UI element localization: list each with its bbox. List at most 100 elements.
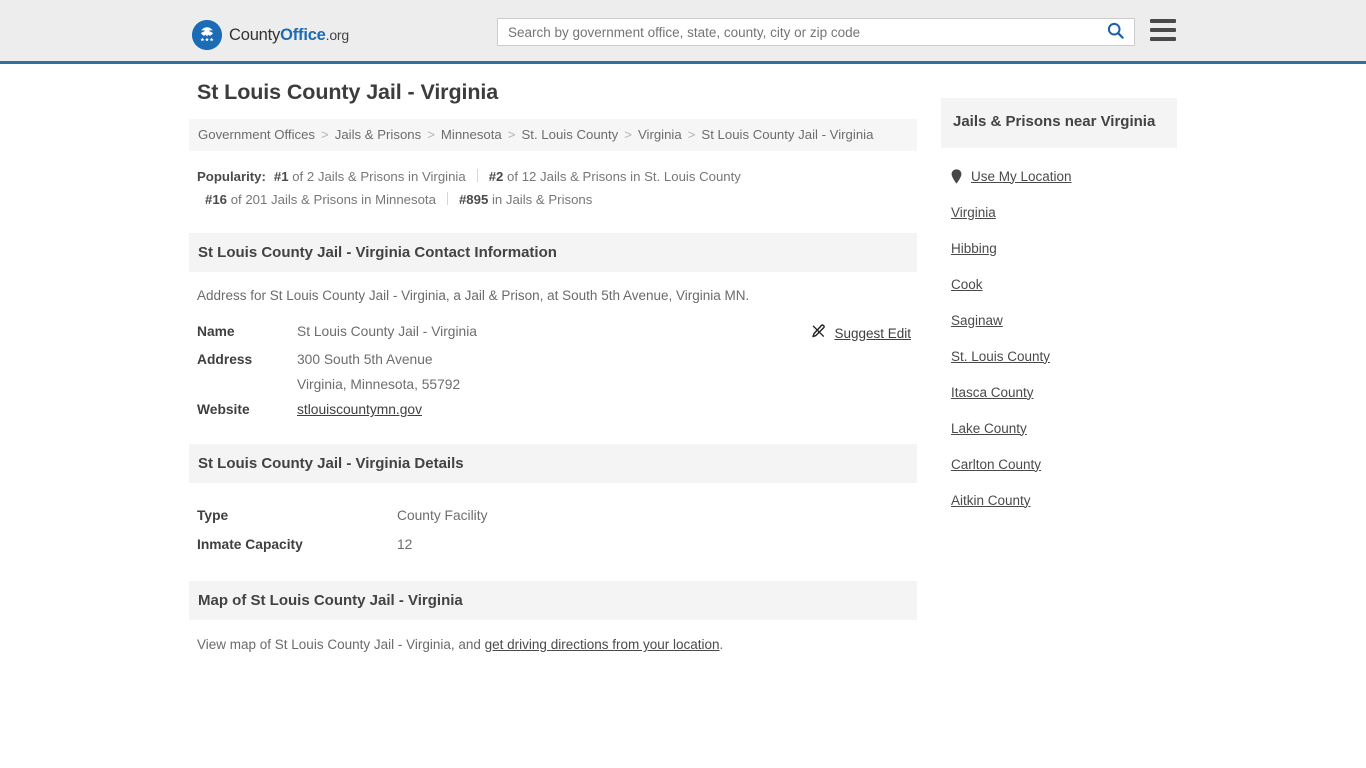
sidebar-item-label: Saginaw [951,312,1003,328]
breadcrumb: Government Offices > Jails & Prisons > M… [189,119,917,151]
popularity-rank: #2 [488,169,504,184]
logo-text-county: County [229,25,281,44]
search-bar[interactable] [497,18,1135,46]
logo-text-office: Office [280,25,326,44]
sidebar-item-hibbing[interactable]: Hibbing [951,230,1177,266]
breadcrumb-item-jails-prisons[interactable]: Jails & Prisons [335,127,421,143]
popularity-separator [476,169,478,182]
map-text-after: . [719,637,724,652]
breadcrumb-item-minnesota[interactable]: Minnesota [441,127,502,143]
map-pin-icon [951,168,962,184]
page-body: St Louis County Jail - Virginia Governme… [0,64,1366,652]
logo-text-org: .org [325,26,350,43]
details-key-inmate-capacity: Inmate Capacity [197,537,303,552]
hamburger-menu-icon[interactable] [1150,19,1176,41]
suggest-edit-button[interactable]: Suggest Edit [811,324,911,342]
contact-value-name: St Louis County Jail - Virginia [297,324,477,339]
details-table: Type County Facility Inmate Capacity 12 [189,501,917,559]
sidebar-item-label: Itasca County [951,384,1034,400]
popularity-item-2: #2 of 12 Jails & Prisons in St. Louis Co… [489,169,741,184]
sidebar-item-itasca-county[interactable]: Itasca County [951,374,1177,410]
breadcrumb-separator-icon: > [507,127,516,142]
details-section-heading: St Louis County Jail - Virginia Details [189,444,917,483]
breadcrumb-item-current: St Louis County Jail - Virginia [701,127,874,142]
breadcrumb-item-st-louis-county[interactable]: St. Louis County [521,127,618,143]
sidebar-item-cook[interactable]: Cook [951,266,1177,302]
sidebar-item-lake-county[interactable]: Lake County [951,410,1177,446]
site-logo[interactable]: CountyOffice.org [192,20,349,50]
driving-directions-link[interactable]: get driving directions from your locatio… [485,637,720,652]
popularity-separator [446,192,448,205]
hamburger-bar [1150,28,1176,32]
table-row: Virginia, Minnesota, 55792 [189,372,917,397]
sidebar-item-label: Lake County [951,420,1027,436]
map-text-before: View map of St Louis County Jail - Virgi… [197,637,485,652]
sidebar: Jails & Prisons near Virginia Use My Loc… [941,80,1177,518]
eagle-seal-icon [192,20,222,50]
popularity-text: of 12 Jails & Prisons in St. Louis Count… [507,169,741,184]
breadcrumb-separator-icon: > [427,127,435,142]
sidebar-link-list: Use My Location Virginia Hibbing Cook Sa… [941,148,1177,518]
popularity-text: in Jails & Prisons [491,192,593,207]
search-icon [1107,22,1124,42]
breadcrumb-separator-icon: > [687,127,696,142]
breadcrumb-item-government-offices[interactable]: Government Offices [198,127,315,143]
popularity-text: of 2 Jails & Prisons in Virginia [292,169,466,184]
popularity-item-4: #895 in Jails & Prisons [459,192,592,207]
table-row: Address 300 South 5th Avenue [189,347,917,372]
contact-section-intro: Address for St Louis County Jail - Virgi… [197,288,750,303]
website-link[interactable]: stlouiscountymn.gov [297,402,422,417]
empty-cell [688,372,917,397]
contact-key-name: Name [197,324,235,339]
popularity-rank: #895 [458,192,489,207]
sidebar-item-use-my-location[interactable]: Use My Location [951,158,1177,194]
popularity-rank: #16 [205,192,228,207]
sidebar-item-label: Use My Location [971,168,1072,184]
sidebar-item-saginaw[interactable]: Saginaw [951,302,1177,338]
pencil-edit-icon [811,324,826,342]
popularity-label: Popularity: [197,169,266,184]
sidebar-item-label: Aitkin County [951,492,1031,508]
sidebar-item-label: Virginia [951,204,996,220]
suggest-edit-label: Suggest Edit [834,325,911,341]
search-button[interactable] [1103,22,1134,42]
sidebar-item-label: Cook [951,276,983,292]
sidebar-item-carlton-county[interactable]: Carlton County [951,446,1177,482]
contact-value-address-line2: Virginia, Minnesota, 55792 [297,377,461,392]
popularity-rank: #1 [273,169,289,184]
breadcrumb-separator-icon: > [321,127,329,142]
sidebar-item-virginia[interactable]: Virginia [951,194,1177,230]
details-key-type: Type [197,508,229,523]
empty-cell [688,397,917,422]
contact-key-website: Website [197,402,250,417]
popularity-block: Popularity: #1 of 2 Jails & Prisons in Vi… [197,165,917,211]
contact-value-website: stlouiscountymn.gov [297,397,688,422]
breadcrumb-item-virginia[interactable]: Virginia [638,127,682,143]
site-logo-text: CountyOffice.org [229,26,349,45]
contact-key-blank [189,372,297,397]
map-section-heading: Map of St Louis County Jail - Virginia [189,581,917,620]
breadcrumb-separator-icon: > [624,127,632,142]
sidebar-item-label: Hibbing [951,240,997,256]
sidebar-item-aitkin-county[interactable]: Aitkin County [951,482,1177,518]
site-header: CountyOffice.org [0,0,1366,64]
suggest-edit-cell: Suggest Edit [688,319,917,347]
main-content: St Louis County Jail - Virginia Governme… [189,80,917,652]
popularity-item-1: #1 of 2 Jails & Prisons in Virginia [274,169,466,184]
hamburger-bar [1150,37,1176,41]
contact-key-address: Address [197,352,253,367]
details-value-inmate-capacity: 12 [397,537,413,552]
table-row: Name St Louis County Jail - Virginia Sug… [189,319,917,347]
popularity-item-3: #16 of 201 Jails & Prisons in Minnesota [205,192,436,207]
sidebar-item-st-louis-county[interactable]: St. Louis County [951,338,1177,374]
contact-value-address-line1: 300 South 5th Avenue [297,352,433,367]
empty-cell [688,347,917,372]
map-section-text: View map of St Louis County Jail - Virgi… [197,637,917,652]
details-value-type: County Facility [397,508,488,523]
table-row: Inmate Capacity 12 [189,530,917,559]
search-input[interactable] [498,19,1103,45]
sidebar-heading: Jails & Prisons near Virginia [941,98,1177,148]
popularity-text: of 201 Jails & Prisons in Minnesota [230,192,436,207]
popularity-line-2: #16 of 201 Jails & Prisons in Minnesota #… [205,188,917,211]
sidebar-item-label: St. Louis County [951,348,1051,364]
